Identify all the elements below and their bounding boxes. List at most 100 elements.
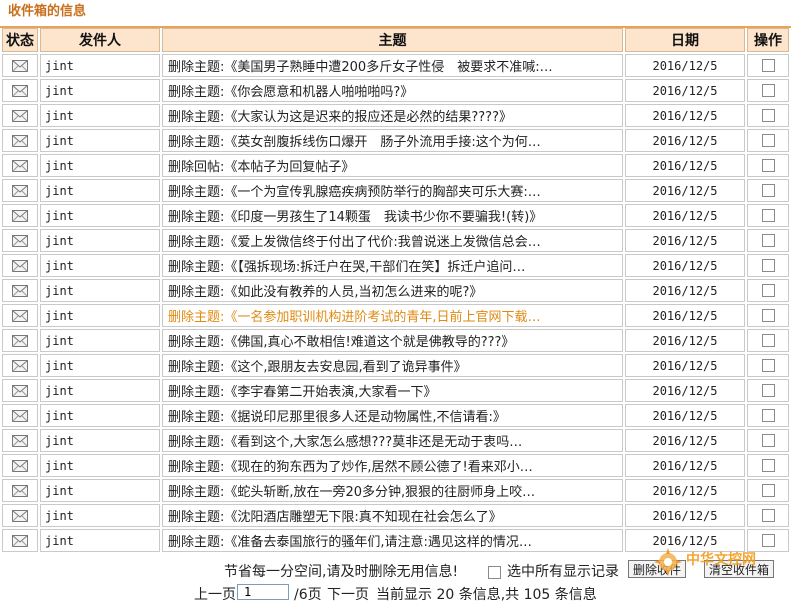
prev-page-link[interactable]: 上一页	[194, 584, 236, 604]
table-row[interactable]: jint 删除主题:《现在的狗东西为了炒作,居然不顾公德了!看来邓小… 2016/1…	[2, 454, 789, 477]
row-checkbox[interactable]	[761, 59, 775, 72]
date-cell: 2016/12/5	[625, 204, 745, 227]
subject-link[interactable]: 删除主题:《准备去泰国旅行的骚年们,请注意:遇见这样的情况…	[162, 529, 623, 552]
date-cell: 2016/12/5	[625, 404, 745, 427]
table-header-row: 状态 发件人 主题 日期 操作	[2, 28, 789, 52]
subject-link[interactable]: 删除主题:《李宇春第二开始表演,大家看一下》	[162, 379, 623, 402]
envelope-icon	[12, 334, 28, 347]
date-cell: 2016/12/5	[625, 479, 745, 502]
table-row[interactable]: jint 删除主题:《【强拆现场:拆迁户在哭,干部们在笑】拆迁户追问… 2016/1…	[2, 254, 789, 277]
status-cell	[2, 329, 38, 352]
subject-link[interactable]: 删除主题:《英女剖腹拆线伤口爆开 肠子外流用手接:这个为何…	[162, 129, 623, 152]
sender-cell: jint	[40, 404, 160, 427]
subject-link[interactable]: 删除主题:《美国男子熟睡中遭200多斤女子性侵 被要求不准喊:…	[162, 54, 623, 77]
table-row[interactable]: jint 删除主题:《佛国,真心不敢相信!难道这个就是佛教导的???》 2016/1…	[2, 329, 789, 352]
op-cell	[747, 54, 789, 77]
envelope-icon	[12, 184, 28, 197]
status-cell	[2, 104, 38, 127]
table-row[interactable]: jint 删除主题:《据说印尼那里很多人还是动物属性,不信请看:》 2016/12/…	[2, 404, 789, 427]
table-row[interactable]: jint 删除主题:《蛇头斩断,放在一旁20多分钟,狠狠的往厨师身上咬… 2016/…	[2, 479, 789, 502]
table-row[interactable]: jint 删除主题:《看到这个,大家怎么感想???莫非还是无动于衷吗… 2016/1…	[2, 429, 789, 452]
row-checkbox[interactable]	[761, 409, 775, 422]
envelope-icon	[12, 84, 28, 97]
row-checkbox[interactable]	[761, 284, 775, 297]
table-row[interactable]: jint 删除主题:《印度一男孩生了14颗蛋 我读书少你不要骗我!(转)》 2016…	[2, 204, 789, 227]
page-number-input[interactable]	[237, 584, 289, 600]
subject-link[interactable]: 删除主题:《爱上发微信终于付出了代价:我曾说迷上发微信总会…	[162, 229, 623, 252]
subject-link[interactable]: 删除主题:《如此没有教养的人员,当初怎么进来的呢?》	[162, 279, 623, 302]
select-all[interactable]: 选中所有显示记录	[488, 561, 619, 581]
subject-link[interactable]: 删除主题:《现在的狗东西为了炒作,居然不顾公德了!看来邓小…	[162, 454, 623, 477]
subject-link[interactable]: 删除主题:《你会愿意和机器人啪啪啪吗?》	[162, 79, 623, 102]
table-row[interactable]: jint 删除主题:《这个,跟朋友去安息园,看到了诡异事件》 2016/12/5	[2, 354, 789, 377]
sender-cell: jint	[40, 79, 160, 102]
op-cell	[747, 329, 789, 352]
table-row[interactable]: jint 删除主题:《一名参加职训机构进阶考试的青年,日前上官网下载… 2016/1…	[2, 304, 789, 327]
status-cell	[2, 179, 38, 202]
table-row[interactable]: jint 删除主题:《大家认为这是迟来的报应还是必然的结果????》 2016/12…	[2, 104, 789, 127]
row-checkbox[interactable]	[761, 209, 775, 222]
subject-link[interactable]: 删除主题:《佛国,真心不敢相信!难道这个就是佛教导的???》	[162, 329, 623, 352]
row-checkbox[interactable]	[761, 259, 775, 272]
sender-cell: jint	[40, 254, 160, 277]
select-all-checkbox[interactable]	[488, 565, 501, 579]
sender-cell: jint	[40, 379, 160, 402]
status-cell	[2, 279, 38, 302]
op-cell	[747, 379, 789, 402]
row-checkbox[interactable]	[761, 109, 775, 122]
sender-cell: jint	[40, 129, 160, 152]
total-pages: /6页	[294, 587, 322, 603]
row-checkbox[interactable]	[761, 309, 775, 322]
sender-cell: jint	[40, 529, 160, 552]
subject-link[interactable]: 删除主题:《印度一男孩生了14颗蛋 我读书少你不要骗我!(转)》	[162, 204, 623, 227]
op-cell	[747, 229, 789, 252]
status-cell	[2, 529, 38, 552]
status-cell	[2, 404, 38, 427]
table-row[interactable]: jint 删除主题:《美国男子熟睡中遭200多斤女子性侵 被要求不准喊:… 2016…	[2, 54, 789, 77]
row-checkbox[interactable]	[761, 459, 775, 472]
row-checkbox[interactable]	[761, 384, 775, 397]
envelope-icon	[12, 384, 28, 397]
row-checkbox[interactable]	[761, 184, 775, 197]
op-cell	[747, 504, 789, 527]
table-row[interactable]: jint 删除主题:《沈阳酒店雕塑无下限:真不知现在社会怎么了》 2016/12/5	[2, 504, 789, 527]
row-checkbox[interactable]	[761, 484, 775, 497]
row-checkbox[interactable]	[761, 359, 775, 372]
row-checkbox[interactable]	[761, 159, 775, 172]
subject-link[interactable]: 删除主题:《看到这个,大家怎么感想???莫非还是无动于衷吗…	[162, 429, 623, 452]
envelope-icon	[12, 509, 28, 522]
row-checkbox[interactable]	[761, 434, 775, 447]
status-cell	[2, 129, 38, 152]
subject-link[interactable]: 删除主题:《一个为宣传乳腺癌疾病预防举行的胸部夹可乐大赛:…	[162, 179, 623, 202]
row-checkbox[interactable]	[761, 134, 775, 147]
table-row[interactable]: jint 删除主题:《英女剖腹拆线伤口爆开 肠子外流用手接:这个为何… 2016/1…	[2, 129, 789, 152]
subject-link[interactable]: 删除回帖:《本帖子为回复帖子》	[162, 154, 623, 177]
row-checkbox[interactable]	[761, 334, 775, 347]
date-cell: 2016/12/5	[625, 504, 745, 527]
subject-link[interactable]: 删除主题:《这个,跟朋友去安息园,看到了诡异事件》	[162, 354, 623, 377]
table-row[interactable]: jint 删除主题:《李宇春第二开始表演,大家看一下》 2016/12/5	[2, 379, 789, 402]
subject-link[interactable]: 删除主题:《据说印尼那里很多人还是动物属性,不信请看:》	[162, 404, 623, 427]
row-checkbox[interactable]	[761, 234, 775, 247]
table-row[interactable]: jint 删除主题:《爱上发微信终于付出了代价:我曾说迷上发微信总会… 2016/1…	[2, 229, 789, 252]
row-checkbox[interactable]	[761, 509, 775, 522]
row-checkbox[interactable]	[761, 84, 775, 97]
envelope-icon	[12, 159, 28, 172]
sender-cell: jint	[40, 154, 160, 177]
op-cell	[747, 354, 789, 377]
table-row[interactable]: jint 删除回帖:《本帖子为回复帖子》 2016/12/5	[2, 154, 789, 177]
subject-link[interactable]: 删除主题:《大家认为这是迟来的报应还是必然的结果????》	[162, 104, 623, 127]
table-row[interactable]: jint 删除主题:《如此没有教养的人员,当初怎么进来的呢?》 2016/12/5	[2, 279, 789, 302]
table-row[interactable]: jint 删除主题:《一个为宣传乳腺癌疾病预防举行的胸部夹可乐大赛:… 2016/1…	[2, 179, 789, 202]
subject-link[interactable]: 删除主题:《蛇头斩断,放在一旁20多分钟,狠狠的往厨师身上咬…	[162, 479, 623, 502]
sender-cell: jint	[40, 229, 160, 252]
envelope-icon	[12, 109, 28, 122]
status-cell	[2, 379, 38, 402]
subject-link[interactable]: 删除主题:《沈阳酒店雕塑无下限:真不知现在社会怎么了》	[162, 504, 623, 527]
status-cell	[2, 504, 38, 527]
subject-link[interactable]: 删除主题:《一名参加职训机构进阶考试的青年,日前上官网下载…	[162, 304, 623, 327]
subject-link[interactable]: 删除主题:《【强拆现场:拆迁户在哭,干部们在笑】拆迁户追问…	[162, 254, 623, 277]
next-page-link[interactable]: 下一页	[327, 584, 369, 604]
op-cell	[747, 179, 789, 202]
table-row[interactable]: jint 删除主题:《你会愿意和机器人啪啪啪吗?》 2016/12/5	[2, 79, 789, 102]
